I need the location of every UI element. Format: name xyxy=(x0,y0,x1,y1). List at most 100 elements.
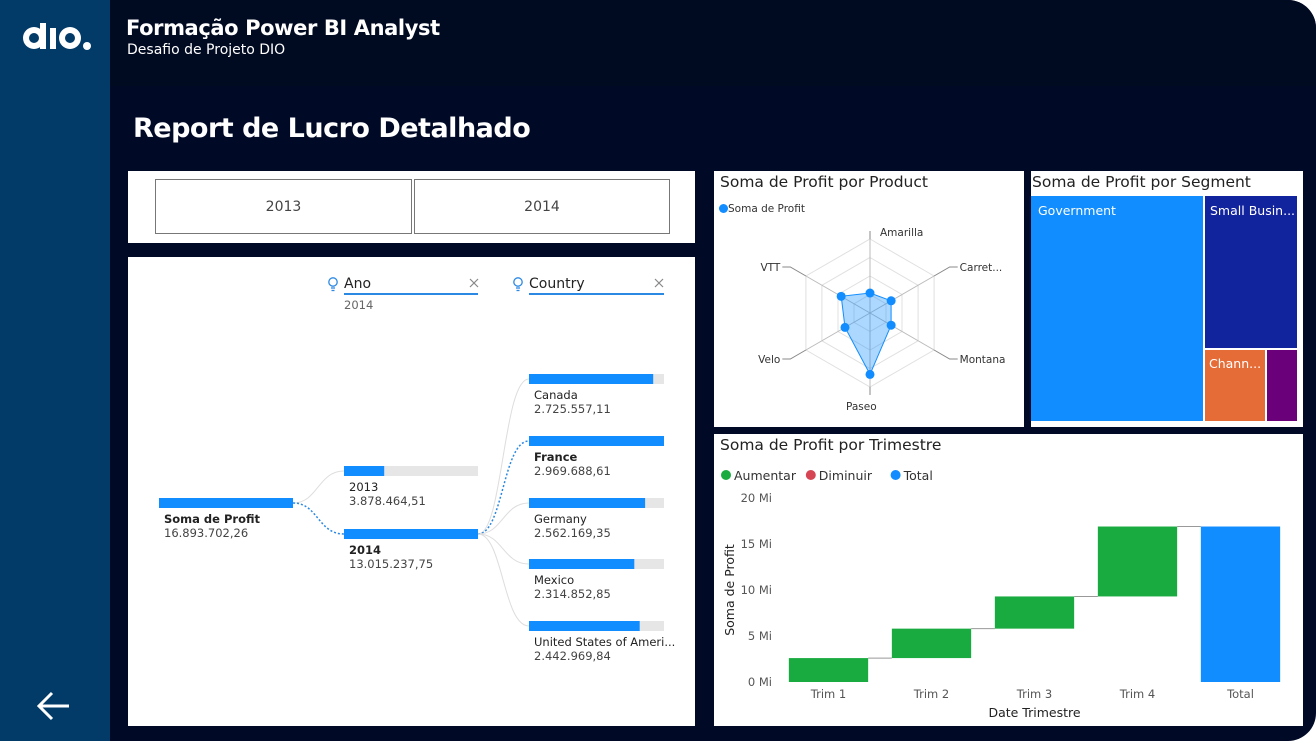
y-tick-label: 5 Mi xyxy=(748,629,772,643)
radar-axis-label: Montana xyxy=(960,354,1006,366)
country-node[interactable]: Germany2.562.169,35 xyxy=(529,498,664,540)
node-label: 2013 xyxy=(349,480,378,494)
year-node-2013[interactable]: 20133.878.464,51 xyxy=(344,466,478,508)
dio-logo xyxy=(23,23,91,50)
x-tick-label: Trim 1 xyxy=(810,687,846,701)
node-value: 13.015.237,75 xyxy=(349,557,433,571)
radar-point[interactable] xyxy=(836,291,846,301)
app-subtitle: Desafio de Projeto DIO xyxy=(127,42,286,58)
treemap-chart: Soma de Profit por Segment Government Sm… xyxy=(1031,171,1303,427)
header-bar xyxy=(110,0,1316,86)
back-arrow-icon[interactable] xyxy=(36,688,72,724)
year-node-2014[interactable]: 201413.015.237,75 xyxy=(344,529,478,571)
radar-point[interactable] xyxy=(886,296,896,306)
waterfall-plot: Aumentar Diminuir Total 0 Mi 5 Mi 10 Mi 15 Mi 2… xyxy=(721,468,1281,720)
node-value: 2.562.169,35 xyxy=(534,526,611,540)
level-label-country: Country xyxy=(529,276,585,292)
level-label-ano: Ano xyxy=(344,276,371,292)
y-tick-label: 0 Mi xyxy=(748,675,772,689)
level-selected-value: 2014 xyxy=(344,298,373,312)
radar-point[interactable] xyxy=(865,288,875,298)
treemap-tile-small-business[interactable]: Small Busin... xyxy=(1205,196,1297,348)
radar-chart: Soma de Profit por Product Soma de Profi… xyxy=(714,171,1024,427)
node-bar xyxy=(529,436,664,446)
x-tick-label: Total xyxy=(1226,687,1254,701)
radar-axis-label: Velo xyxy=(758,354,780,366)
radar-leader-line xyxy=(933,349,958,360)
node-label: France xyxy=(534,450,578,464)
decomposition-tree: Ano 2014 Country Soma de Profit 16.893.7… xyxy=(128,257,695,726)
y-tick-label: 20 Mi xyxy=(741,491,772,505)
report-canvas: Formação Power BI Analyst Desafio de Pro… xyxy=(0,0,1316,741)
radar-axis-label: VTT xyxy=(760,262,780,274)
legend-item-diminuir[interactable]: Diminuir xyxy=(805,468,873,483)
node-bar xyxy=(344,466,385,476)
year-slicer: 2013 2014 xyxy=(128,171,695,243)
x-tick-label: Trim 3 xyxy=(1016,687,1052,701)
x-tick-label: Trim 4 xyxy=(1119,687,1155,701)
node-label: Soma de Profit xyxy=(164,512,260,526)
legend-label: Aumentar xyxy=(734,468,797,483)
lightbulb-icon xyxy=(328,277,338,292)
node-value: 16.893.702,26 xyxy=(164,526,248,540)
close-icon[interactable] xyxy=(469,278,479,288)
waterfall-bar[interactable] xyxy=(994,596,1075,629)
radar-leader-line xyxy=(782,349,807,360)
node-label: Canada xyxy=(534,388,578,402)
node-value: 2.969.688,61 xyxy=(534,464,611,478)
legend-label: Diminuir xyxy=(819,468,873,483)
x-tick-label: Trim 2 xyxy=(913,687,949,701)
y-tick-label: 15 Mi xyxy=(741,537,772,551)
level-header-country[interactable]: Country xyxy=(513,276,664,295)
waterfall-bar[interactable] xyxy=(1097,526,1178,597)
legend-dot-icon xyxy=(890,470,901,480)
legend-dot-icon xyxy=(721,470,731,480)
node-label: Germany xyxy=(534,512,587,526)
country-node[interactable]: France2.969.688,61 xyxy=(529,436,664,478)
radar-point[interactable] xyxy=(865,369,875,379)
waterfall-bar[interactable] xyxy=(1200,526,1281,682)
x-axis-title: Date Trimestre xyxy=(988,705,1080,720)
y-tick-label: 10 Mi xyxy=(741,583,772,597)
close-icon[interactable] xyxy=(654,278,664,288)
treemap-tile-government[interactable]: Government xyxy=(1031,196,1203,421)
node-bar xyxy=(529,374,654,384)
radar-axis-label: Amarilla xyxy=(880,227,923,239)
radar-axis-label: Carret... xyxy=(960,262,1003,274)
decomposition-tree-canvas: Ano 2014 Country Soma de Profit 16.893.7… xyxy=(159,276,675,663)
waterfall-bar[interactable] xyxy=(891,628,972,659)
root-node[interactable]: Soma de Profit 16.893.702,26 xyxy=(159,498,293,540)
radar-point[interactable] xyxy=(886,320,896,330)
legend-dot-icon xyxy=(805,470,816,480)
node-value: 2.725.557,11 xyxy=(534,402,611,416)
node-value: 3.878.464,51 xyxy=(349,494,426,508)
country-node[interactable]: Mexico2.314.852,85 xyxy=(529,559,664,601)
radar-axis-label: Paseo xyxy=(846,401,877,413)
radar-area xyxy=(840,292,892,376)
node-label: 2014 xyxy=(349,543,381,557)
node-value: 2.314.852,85 xyxy=(534,587,611,601)
treemap-tile-channel[interactable]: Chann... xyxy=(1205,350,1265,421)
country-node[interactable]: Canada2.725.557,11 xyxy=(529,374,664,416)
country-node[interactable]: United States of Ameri...2.442.969,84 xyxy=(529,621,675,663)
lightbulb-icon xyxy=(513,277,523,292)
treemap-tile-other[interactable] xyxy=(1267,350,1297,421)
legend-label: Total xyxy=(903,468,933,483)
waterfall-chart: Soma de Profit por Trimestre Aumentar Dim… xyxy=(714,434,1303,726)
waterfall-bar[interactable] xyxy=(788,658,869,682)
legend-item-aumentar[interactable]: Aumentar xyxy=(721,468,797,483)
level-header-ano[interactable]: Ano 2014 xyxy=(328,276,479,312)
legend-item-total[interactable]: Total xyxy=(890,468,933,483)
sidebar xyxy=(0,0,110,741)
radar-point[interactable] xyxy=(840,322,850,332)
node-label: Mexico xyxy=(534,573,574,587)
radar-leader-line xyxy=(933,266,958,277)
y-axis-title: Soma de Profit xyxy=(722,544,737,636)
slicer-button-2014[interactable]: 2014 xyxy=(414,179,670,234)
radar-leader-line xyxy=(782,266,807,277)
radar-plot: Amarilla Carret... Montana Paseo Velo VTT xyxy=(758,227,1006,413)
node-bar xyxy=(529,559,635,569)
slicer-button-2013[interactable]: 2013 xyxy=(155,179,412,234)
page-title: Report de Lucro Detalhado xyxy=(133,113,531,144)
treemap-title: Soma de Profit por Segment xyxy=(1032,173,1251,191)
